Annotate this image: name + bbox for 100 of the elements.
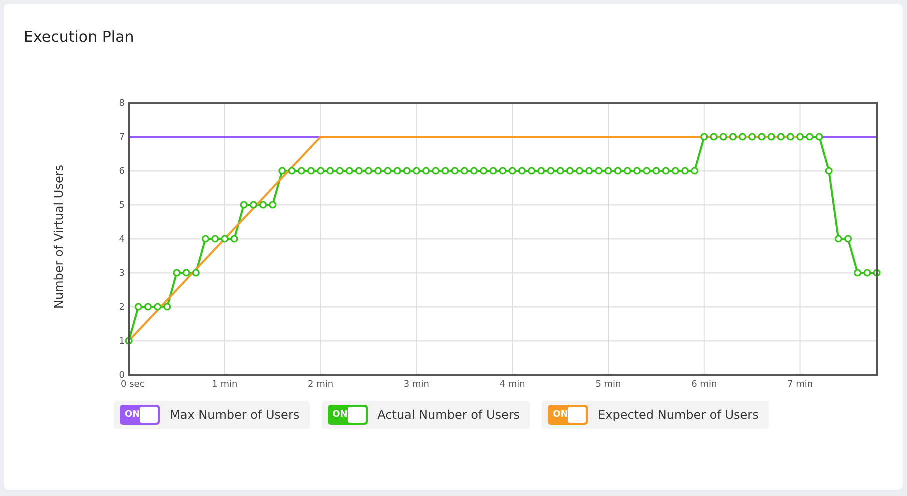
data-point-marker (777, 133, 785, 141)
data-point-marker (259, 201, 268, 209)
x-tick-label: 2 min (308, 380, 334, 390)
data-point-marker (528, 167, 536, 175)
toggle-switch[interactable]: ON (120, 405, 160, 425)
data-point-marker (576, 167, 584, 175)
data-point-marker (269, 201, 277, 209)
data-point-marker (614, 167, 622, 175)
data-point-marker (490, 167, 498, 175)
data-point-marker (412, 167, 420, 175)
data-point-marker (364, 167, 373, 175)
data-point-marker (403, 167, 411, 175)
y-tick-label: 0 (119, 371, 125, 381)
data-point-marker (394, 167, 402, 175)
y-axis-title: Number of Virtual Users (52, 164, 66, 310)
legend-item[interactable]: ON Max Number of Users (114, 401, 310, 429)
data-point-marker (595, 167, 603, 175)
data-point-marker (374, 167, 382, 175)
x-tick-label: 6 min (692, 380, 718, 390)
data-point-marker (758, 133, 766, 141)
data-point-marker (422, 167, 430, 175)
data-point-marker (173, 269, 181, 277)
legend-label: Expected Number of Users (598, 408, 759, 422)
data-point-marker (346, 167, 354, 175)
data-point-marker (633, 167, 642, 175)
data-point-marker (326, 167, 334, 175)
data-point-marker (508, 167, 516, 175)
data-point-marker (834, 235, 842, 243)
data-point-marker (154, 303, 162, 311)
data-point-marker (662, 167, 670, 175)
data-point-marker (738, 133, 747, 141)
data-point-marker (556, 167, 564, 175)
data-point-marker (624, 167, 632, 175)
data-point-marker (499, 167, 507, 175)
data-point-marker (547, 167, 555, 175)
data-point-marker (460, 167, 468, 175)
data-point-marker (384, 167, 392, 175)
data-point-marker (604, 167, 612, 175)
legend-item[interactable]: ON Expected Number of Users (542, 401, 769, 429)
data-point-marker (748, 133, 756, 141)
data-point-marker (317, 167, 325, 175)
y-tick-label: 4 (119, 235, 125, 245)
x-tick-label: 0 sec (121, 380, 145, 390)
data-point-marker (298, 167, 306, 175)
data-point-marker (806, 133, 814, 141)
x-tick-label: 4 min (500, 380, 526, 390)
data-point-marker (355, 167, 363, 175)
data-point-marker (202, 235, 210, 243)
data-point-marker (518, 167, 526, 175)
data-point-marker (278, 167, 286, 175)
y-tick-label: 5 (119, 201, 125, 211)
data-point-marker (681, 167, 689, 175)
y-tick-label: 2 (119, 303, 125, 313)
data-point-marker (672, 167, 680, 175)
data-point-marker (700, 133, 708, 141)
data-point-marker (336, 167, 344, 175)
y-tick-label: 1 (119, 337, 125, 347)
data-point-marker (566, 167, 574, 175)
data-point-marker (786, 133, 794, 141)
data-point-marker (288, 167, 296, 175)
y-tick-label: 6 (119, 167, 125, 177)
data-point-marker (643, 167, 651, 175)
data-point-marker (192, 269, 200, 277)
data-point-marker (854, 269, 862, 277)
data-point-marker (250, 201, 258, 209)
data-point-marker (451, 167, 459, 175)
data-point-marker (230, 235, 238, 243)
data-point-marker (221, 235, 229, 243)
data-point-marker (816, 133, 824, 141)
data-point-marker (240, 201, 248, 209)
data-point-marker (134, 303, 142, 311)
legend-item[interactable]: ON Actual Number of Users (322, 401, 530, 429)
panel-title: Execution Plan (23, 28, 136, 46)
data-point-marker (825, 167, 833, 175)
data-point-marker (864, 269, 872, 277)
data-point-marker (307, 167, 315, 175)
data-point-marker (442, 167, 450, 175)
data-point-marker (729, 133, 737, 141)
data-point-marker (480, 167, 488, 175)
y-tick-label: 7 (119, 133, 125, 143)
data-point-marker (538, 167, 546, 175)
y-tick-label: 3 (119, 269, 125, 279)
data-point-marker (768, 133, 776, 141)
data-point-marker (652, 167, 660, 175)
data-point-marker (432, 167, 440, 175)
data-point-marker (212, 235, 220, 243)
data-point-marker (873, 269, 881, 277)
data-point-marker (586, 167, 594, 175)
data-point-marker (710, 133, 718, 141)
x-tick-label: 1 min (212, 380, 238, 390)
legend-label: Max Number of Users (170, 408, 300, 422)
x-tick-label: 3 min (404, 380, 430, 390)
data-point-marker (720, 133, 728, 141)
data-point-marker (144, 303, 152, 311)
data-point-marker (691, 167, 699, 175)
data-point-marker (125, 337, 133, 345)
x-tick-label: 7 min (788, 380, 814, 390)
x-tick-label: 5 min (596, 380, 622, 390)
data-point-marker (796, 133, 804, 141)
data-point-marker (844, 235, 852, 243)
